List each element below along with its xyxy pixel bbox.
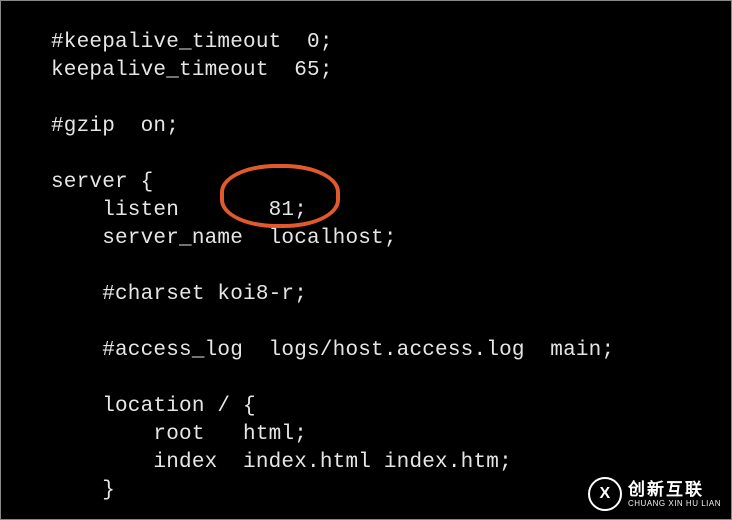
watermark-logo-letter: X — [600, 480, 611, 508]
watermark: X 创新互联 CHUANG XIN HU LIAN — [588, 477, 721, 511]
config-line-9: #charset koi8-r; — [51, 283, 307, 306]
config-line-14: root html; — [51, 423, 307, 446]
watermark-sub: CHUANG XIN HU LIAN — [628, 500, 721, 508]
config-line-7: server_name localhost; — [51, 227, 397, 250]
config-line-3: #gzip on; — [51, 115, 179, 138]
config-line-11: #access_log logs/host.access.log main; — [51, 339, 614, 362]
config-line-13: location / { — [51, 395, 256, 418]
watermark-logo-icon: X — [588, 477, 622, 511]
watermark-main: 创新互联 — [628, 481, 721, 498]
config-line-6: listen 81; — [51, 199, 307, 222]
config-line-1: keepalive_timeout 65; — [51, 59, 333, 82]
config-line-0: #keepalive_timeout 0; — [51, 31, 333, 54]
config-line-16: } — [51, 479, 115, 502]
watermark-text: 创新互联 CHUANG XIN HU LIAN — [628, 481, 721, 508]
config-line-15: index index.html index.htm; — [51, 451, 512, 474]
terminal-screenshot: #keepalive_timeout 0; keepalive_timeout … — [0, 0, 732, 520]
config-line-5: server { — [51, 171, 153, 194]
